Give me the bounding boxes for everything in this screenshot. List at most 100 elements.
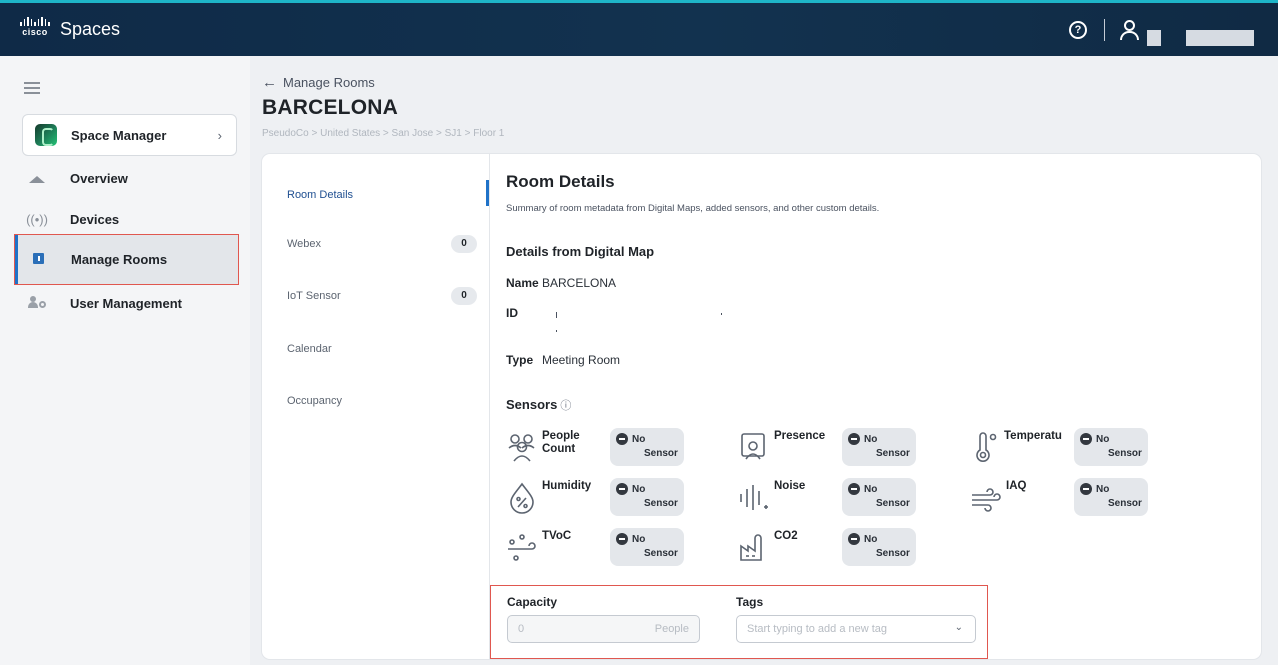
- tab-label: IoT Sensor: [287, 290, 341, 302]
- name-value: BARCELONA: [542, 276, 617, 290]
- name-label: Name: [506, 276, 539, 290]
- sidebar-item-user-management[interactable]: User Management: [14, 283, 239, 323]
- tags-input[interactable]: Start typing to add a new tag ⌄: [736, 615, 976, 643]
- type-value: Meeting Room: [542, 353, 621, 367]
- sensor-label-line: IAQ: [1006, 480, 1027, 492]
- redacted-id-mark: [556, 312, 557, 318]
- chevron-right-icon: ›: [217, 127, 222, 143]
- sensor-humidity: Humidity No Sensor: [506, 478, 706, 520]
- minus-circle-icon: [616, 533, 628, 545]
- app-switcher-label: Space Manager: [71, 127, 167, 143]
- chevron-down-icon[interactable]: ⌄: [955, 622, 963, 633]
- tab-room-details[interactable]: Room Details: [287, 185, 477, 205]
- room-details-card: Room Details Webex 0 IoT Sensor 0 Calend…: [262, 154, 1261, 659]
- status-text: Sensor: [644, 498, 678, 509]
- tab-label: Calendar: [287, 343, 332, 355]
- redacted-id-mark: [556, 330, 557, 332]
- redacted-user-name[interactable]: [1147, 30, 1161, 46]
- sidebar-item-label: Devices: [70, 211, 120, 227]
- home-icon: [26, 171, 48, 186]
- redacted-user-name[interactable]: [1186, 30, 1254, 46]
- sensor-label-line: Count: [542, 443, 576, 455]
- cisco-logo-word: cisco: [22, 27, 48, 37]
- active-tab-indicator: [486, 180, 489, 206]
- sensor-people-count: People Count No Sensor: [506, 428, 706, 470]
- app-switcher[interactable]: Space Manager ›: [22, 114, 237, 156]
- no-sensor-badge: No Sensor: [610, 528, 684, 566]
- top-bar: cisco Spaces ?: [0, 0, 1278, 56]
- sensor-label: Temperatu: [1004, 430, 1074, 443]
- minus-circle-icon: [1080, 483, 1092, 495]
- signal-icon: ((•)): [26, 211, 48, 227]
- no-sensor-badge: No Sensor: [842, 428, 916, 466]
- digital-map-title: Details from Digital Map: [506, 244, 655, 259]
- minus-circle-icon: [848, 433, 860, 445]
- noise-icon: [738, 480, 772, 514]
- top-divider: [1104, 19, 1105, 41]
- app-name[interactable]: Spaces: [60, 19, 120, 40]
- status-text: No: [632, 534, 646, 545]
- tab-iot-sensor[interactable]: IoT Sensor 0: [287, 286, 477, 306]
- sidebar-item-manage-rooms[interactable]: Manage Rooms: [14, 234, 239, 285]
- status-text: Sensor: [644, 448, 678, 459]
- sensors-title: Sensors ⓘ: [506, 397, 571, 413]
- presence-icon: [738, 430, 772, 464]
- status-text: No: [632, 484, 646, 495]
- no-sensor-badge: No Sensor: [842, 528, 916, 566]
- status-text: No: [864, 484, 878, 495]
- capacity-input[interactable]: 0 People: [507, 615, 700, 643]
- arrow-left-icon: ←: [262, 74, 277, 91]
- sensor-tvoc: TVoC No Sensor: [506, 528, 706, 570]
- tab-calendar[interactable]: Calendar: [287, 339, 477, 359]
- status-text: No: [864, 434, 878, 445]
- people-count-icon: [506, 430, 540, 464]
- redacted-id-mark: [721, 313, 722, 315]
- info-icon[interactable]: ⓘ: [560, 400, 571, 412]
- status-text: No: [1096, 484, 1110, 495]
- sidebar-item-label: Manage Rooms: [71, 252, 168, 267]
- no-sensor-badge: No Sensor: [610, 428, 684, 466]
- status-text: No: [632, 434, 646, 445]
- sidebar-item-overview[interactable]: Overview: [14, 158, 239, 198]
- minus-circle-icon: [616, 483, 628, 495]
- sidebar: Space Manager › Overview ((•)) Devices M…: [0, 56, 250, 665]
- type-row: Type Meeting Room: [506, 353, 620, 367]
- breadcrumb[interactable]: PseudoCo > United States > San Jose > SJ…: [262, 128, 504, 139]
- section-description: Summary of room metadata from Digital Ma…: [506, 203, 880, 214]
- status-text: Sensor: [644, 548, 678, 559]
- no-sensor-badge: No Sensor: [1074, 478, 1148, 516]
- sidebar-item-devices[interactable]: ((•)) Devices: [14, 199, 239, 239]
- sensor-iaq: IAQ No Sensor: [970, 478, 1170, 520]
- sensor-label-line: CO2: [774, 530, 798, 542]
- capacity-value: 0: [518, 623, 525, 635]
- count-badge: 0: [451, 287, 477, 305]
- detail-tabs: Room Details Webex 0 IoT Sensor 0 Calend…: [262, 154, 490, 659]
- user-icon[interactable]: [1120, 20, 1140, 40]
- no-sensor-badge: No Sensor: [842, 478, 916, 516]
- minus-circle-icon: [1080, 433, 1092, 445]
- sensor-label-line: Humidity: [542, 480, 592, 492]
- tags-placeholder: Start typing to add a new tag: [747, 623, 888, 635]
- sensor-co2: CO2 No Sensor: [738, 528, 938, 570]
- status-text: Sensor: [876, 548, 910, 559]
- tab-label: Room Details: [287, 189, 354, 201]
- tab-label: Occupancy: [287, 395, 343, 407]
- name-row: Name BARCELONA: [506, 276, 616, 290]
- status-text: Sensor: [876, 498, 910, 509]
- sensor-noise: Noise No Sensor: [738, 478, 938, 520]
- back-link[interactable]: ← Manage Rooms: [262, 74, 375, 91]
- tab-webex[interactable]: Webex 0: [287, 234, 477, 254]
- minus-circle-icon: [848, 483, 860, 495]
- capacity-label: Capacity: [507, 595, 558, 609]
- status-text: No: [1096, 434, 1110, 445]
- user-management-icon: [26, 295, 48, 311]
- cisco-logo: cisco: [19, 17, 51, 41]
- sensor-temperature: Temperatu No Sensor: [970, 428, 1170, 470]
- tab-occupancy[interactable]: Occupancy: [287, 391, 477, 411]
- space-manager-logo-icon: [35, 124, 57, 146]
- menu-icon[interactable]: [24, 82, 40, 94]
- iaq-icon: [970, 480, 1004, 514]
- minus-circle-icon: [848, 533, 860, 545]
- help-circle-icon[interactable]: ?: [1069, 21, 1087, 39]
- page-title: BARCELONA: [262, 96, 398, 119]
